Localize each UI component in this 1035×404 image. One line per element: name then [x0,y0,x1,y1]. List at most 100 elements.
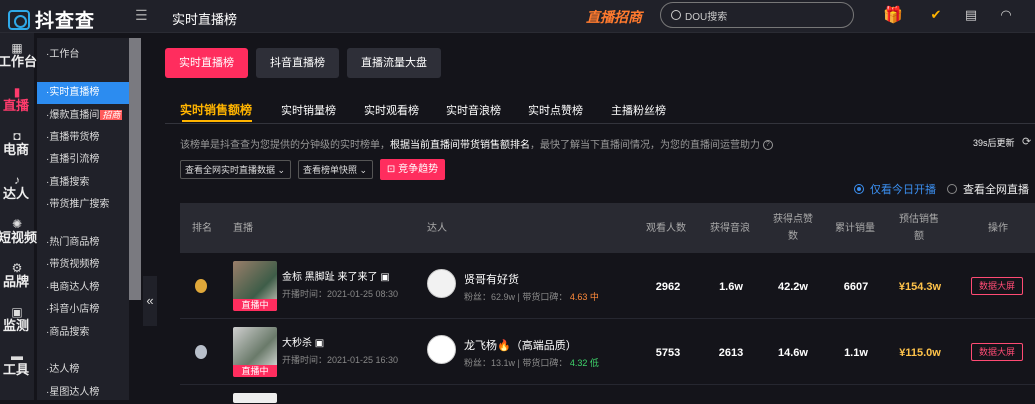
est-sales-value: ¥115.0w [892,347,948,359]
search-icon [671,10,681,20]
subtab-sales-amount[interactable]: 实时销售额榜 [180,101,252,118]
subtab-yinlang[interactable]: 实时音浪榜 [446,102,501,118]
radio-all-live[interactable]: 查看全网直播 [947,181,1029,197]
gift-icon[interactable]: 🎁 [884,6,902,24]
subnav-item-realtime-live[interactable]: ·实时直播榜 [37,82,129,105]
silver-medal-icon [195,345,207,359]
yinlang-value: 1.6w [711,281,751,293]
subnav-item-sales-rank[interactable]: ·直播带货榜 [37,127,129,150]
secondary-nav: ·工作台 ·实时直播榜 ·爆款直播间招商 ·直播带货榜 ·直播引流榜 ·直播搜索… [37,38,129,400]
viewers-value: 5753 [648,347,688,359]
subtab-viewers[interactable]: 实时观看榜 [364,102,419,118]
headset-icon[interactable]: ◠ [997,6,1015,24]
avatar[interactable] [427,269,456,298]
toolbox-icon: ▬ [0,349,34,363]
divider [165,123,1035,124]
sidebar-item-short-video[interactable]: ✺短视频 [0,209,34,253]
th-likes[interactable]: 获得点赞数 [772,211,814,245]
search-placeholder: DOU搜索 [685,8,727,23]
active-tab-underline [182,120,252,122]
collapse-sidebar-icon[interactable]: « [143,276,157,326]
subnav-item-product-search[interactable]: ·商品搜索 [37,322,129,345]
sidebar-item-workbench[interactable]: ▦工作台 [0,33,34,77]
sidebar: ▦工作台 ▮直播 ◘电商 ♪达人 ✺短视频 ⚙品牌 ▣监测 ▬工具 [0,33,34,400]
radio-dot [947,184,957,194]
radio-today-only[interactable]: 仅看今日开播 [854,181,936,197]
subnav-scrollbar[interactable] [129,38,141,300]
monitor-icon: ▣ [0,305,34,319]
sidebar-item-ecommerce[interactable]: ◘电商 [0,121,34,165]
subnav-item-xingtu-rank[interactable]: ·星图达人榜 [37,382,129,404]
sidebar-item-brand[interactable]: ⚙品牌 [0,253,34,297]
subnav-item-ecom-kol[interactable]: ·电商达人榜 [37,277,129,300]
sidebar-item-monitor[interactable]: ▣监测 [0,297,34,341]
subtab-likes[interactable]: 实时点赞榜 [528,102,583,118]
yinlang-value: 2613 [711,347,751,359]
menu-toggle-icon[interactable]: ☰ [135,9,149,22]
dropdown-live-data[interactable]: 查看全网实时直播数据 ⌄ [180,160,291,179]
subnav-item-workbench[interactable]: ·工作台 [37,44,129,67]
kol-name[interactable]: 龙飞杨🔥（高端品质） [464,337,577,353]
th-viewers[interactable]: 观看人数 [646,220,686,237]
subnav-item-hot-products[interactable]: ·热门商品榜 [37,232,129,255]
tab-douyin-live[interactable]: 抖音直播榜 [256,48,339,78]
th-rank: 排名 [192,220,212,237]
video-icon: ✺ [0,217,34,231]
trend-button[interactable]: ⊡ 竞争趋势 [380,159,445,180]
subnav-item-promo-search[interactable]: ·带货推广搜索 [37,194,129,217]
gold-medal-icon [195,279,207,293]
subtab-fans[interactable]: 主播粉丝榜 [611,102,666,118]
qr-code-icon[interactable]: ▣ [380,272,389,283]
likes-value: 14.6w [773,347,813,359]
avatar[interactable] [427,335,456,364]
sidebar-item-tools[interactable]: ▬工具 [0,341,34,385]
subnav-item-kol-rank[interactable]: ·达人榜 [37,359,129,382]
live-status-badge: 直播中 [233,299,277,311]
logo[interactable]: 抖查查 [8,6,95,33]
data-screen-button[interactable]: 数据大屏 [971,277,1023,295]
chevron-down-icon: ⌄ [360,165,368,175]
live-start-time: 开播时间：2021-01-25 08:30 [282,287,398,300]
subnav-item-live-search[interactable]: ·直播搜索 [37,172,129,195]
tab-realtime-live[interactable]: 实时直播榜 [165,48,248,78]
search-input[interactable]: DOU搜索 [660,2,854,28]
live-thumbnail[interactable]: 直播中 [233,261,277,311]
th-sales[interactable]: 累计销量 [835,220,875,237]
sidebar-item-live[interactable]: ▮直播 [0,77,34,121]
live-thumbnail[interactable] [233,393,277,403]
question-icon[interactable]: ? [763,140,773,150]
viewers-value: 2962 [648,281,688,293]
subnav-item-hot-live[interactable]: ·爆款直播间招商 [37,104,129,127]
subtab-sales-volume[interactable]: 实时销量榜 [281,102,336,118]
subnav-item-traffic-rank[interactable]: ·直播引流榜 [37,149,129,172]
subnav-item-shop-rank[interactable]: ·抖音小店榜 [37,299,129,322]
subnav-item-video-rank[interactable]: ·带货视频榜 [37,254,129,277]
sales-value: 6607 [836,281,876,293]
chart-bars-icon: ▮ [0,85,34,99]
live-thumbnail[interactable]: 直播中 [233,327,277,377]
kol-stats: 粉丝：62.9w | 带货口碑： 4.63 中 [464,290,599,303]
th-action: 操作 [988,220,1008,237]
logo-icon [8,10,30,30]
data-screen-button[interactable]: 数据大屏 [971,343,1023,361]
kol-name[interactable]: 贤哥有好货 [464,271,519,287]
radio-dot [854,184,864,194]
table-row[interactable]: 直播中 金标 黑脚趾 来了来了 ▣ 开播时间：2021-01-25 08:30 … [180,253,1035,319]
document-icon[interactable]: ▤ [962,6,980,24]
qr-code-icon[interactable]: ▣ [315,338,324,349]
table-row[interactable]: 直播中 大秒杀 ▣ 开播时间：2021-01-25 16:30 龙飞杨🔥（高端品… [180,319,1035,385]
tab-traffic-overview[interactable]: 直播流量大盘 [347,48,441,78]
live-title[interactable]: 大秒杀 ▣ [282,334,324,349]
promo-link[interactable]: 直播招商 [586,7,642,27]
promo-badge: 招商 [100,110,122,120]
calendar-check-icon[interactable]: ✔ [927,6,945,24]
top-bar: 抖查查 ☰ 实时直播榜 直播招商 DOU搜索 🎁 ✔ ▤ ◠ [0,0,1035,33]
live-title[interactable]: 金标 黑脚趾 来了来了 ▣ [282,268,390,283]
th-live: 直播 [233,220,253,237]
refresh-icon[interactable]: ⟳ [1022,135,1031,148]
dropdown-snapshot[interactable]: 查看榜单快照 ⌄ [298,160,373,179]
likes-value: 42.2w [773,281,813,293]
sidebar-item-kol[interactable]: ♪达人 [0,165,34,209]
th-yinlang[interactable]: 获得音浪 [710,220,750,237]
th-est-sales[interactable]: 预估销售额 [898,211,940,245]
